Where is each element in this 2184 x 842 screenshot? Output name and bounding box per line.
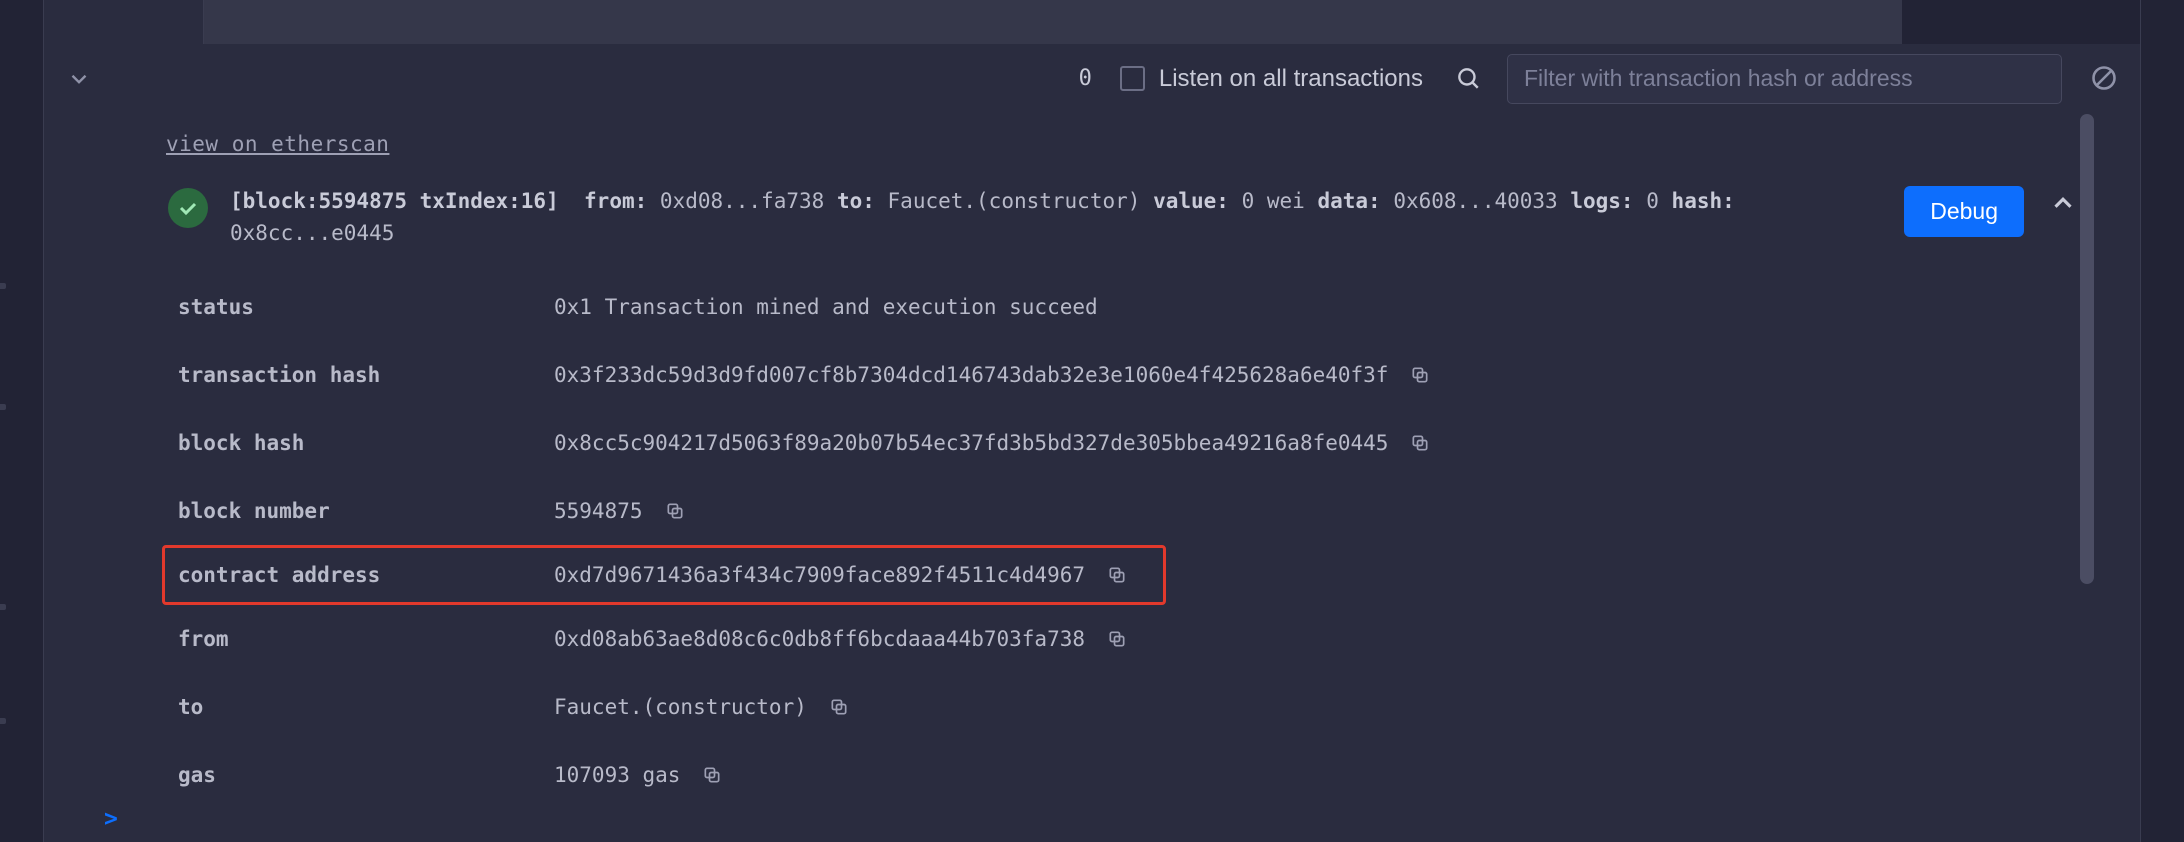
label-block-hash: block hash [178,431,554,455]
toolbar: 0 Listen on all transactions [44,44,2140,114]
value-block-number: 5594875 [554,499,643,523]
label-to: to [178,695,554,719]
listen-checkbox[interactable] [1120,66,1145,91]
copy-icon[interactable] [1410,433,1430,453]
value-status: 0x1 Transaction mined and execution succ… [554,295,1098,319]
label-gas: gas [178,763,554,787]
label-block-number: block number [178,499,554,523]
row-gas: gas 107093 gas [178,741,2080,809]
chevron-down-icon[interactable] [64,64,94,94]
copy-icon[interactable] [1410,365,1430,385]
row-status: status 0x1 Transaction mined and executi… [178,273,2080,341]
listen-label: Listen on all transactions [1159,65,1423,93]
row-block-hash: block hash 0x8cc5c904217d5063f89a20b07b5… [178,409,2080,477]
row-from: from 0xd08ab63ae8d08c6c0db8ff6bcdaaa44b7… [178,605,2080,673]
label-contract-address: contract address [178,563,554,587]
value-contract-address: 0xd7d9671436a3f434c7909face892f4511c4d49… [554,563,1085,587]
view-on-etherscan-link[interactable]: view on etherscan [166,132,389,156]
console-prompt[interactable]: > [104,806,118,832]
row-to: to Faucet.(constructor) [178,673,2080,741]
row-transaction-hash: transaction hash 0x3f233dc59d3d9fd007cf8… [178,341,2080,409]
tab-strip [44,0,2140,44]
value-block-hash: 0x8cc5c904217d5063f89a20b07b54ec37fd3b5b… [554,431,1388,455]
debug-button[interactable]: Debug [1904,186,2024,237]
label-transaction-hash: transaction hash [178,363,554,387]
value-transaction-hash: 0x3f233dc59d3d9fd007cf8b7304dcd146743dab… [554,363,1388,387]
transaction-summary: [block:5594875 txIndex:16] from: 0xd08..… [230,186,1882,249]
value-to: Faucet.(constructor) [554,695,807,719]
stop-icon[interactable] [2090,64,2120,94]
scrollbar[interactable] [2078,114,2096,794]
right-gutter [2140,0,2184,842]
row-contract-address: contract address 0xd7d9671436a3f434c7909… [162,545,1166,605]
pending-count: 0 [1079,66,1092,91]
value-gas: 107093 gas [554,763,680,787]
row-block-number: block number 5594875 [178,477,2080,545]
label-status: status [178,295,554,319]
copy-icon[interactable] [1107,565,1127,585]
label-from: from [178,627,554,651]
copy-icon[interactable] [1107,629,1127,649]
collapse-arrow-icon[interactable] [2046,186,2080,220]
copy-icon[interactable] [702,765,722,785]
status-success-icon [168,188,208,228]
copy-icon[interactable] [829,697,849,717]
search-icon[interactable] [1455,65,1483,93]
left-gutter [0,0,44,842]
scrollbar-thumb[interactable] [2080,114,2094,584]
value-from: 0xd08ab63ae8d08c6c0db8ff6bcdaaa44b703fa7… [554,627,1085,651]
filter-input[interactable] [1507,54,2062,104]
copy-icon[interactable] [665,501,685,521]
